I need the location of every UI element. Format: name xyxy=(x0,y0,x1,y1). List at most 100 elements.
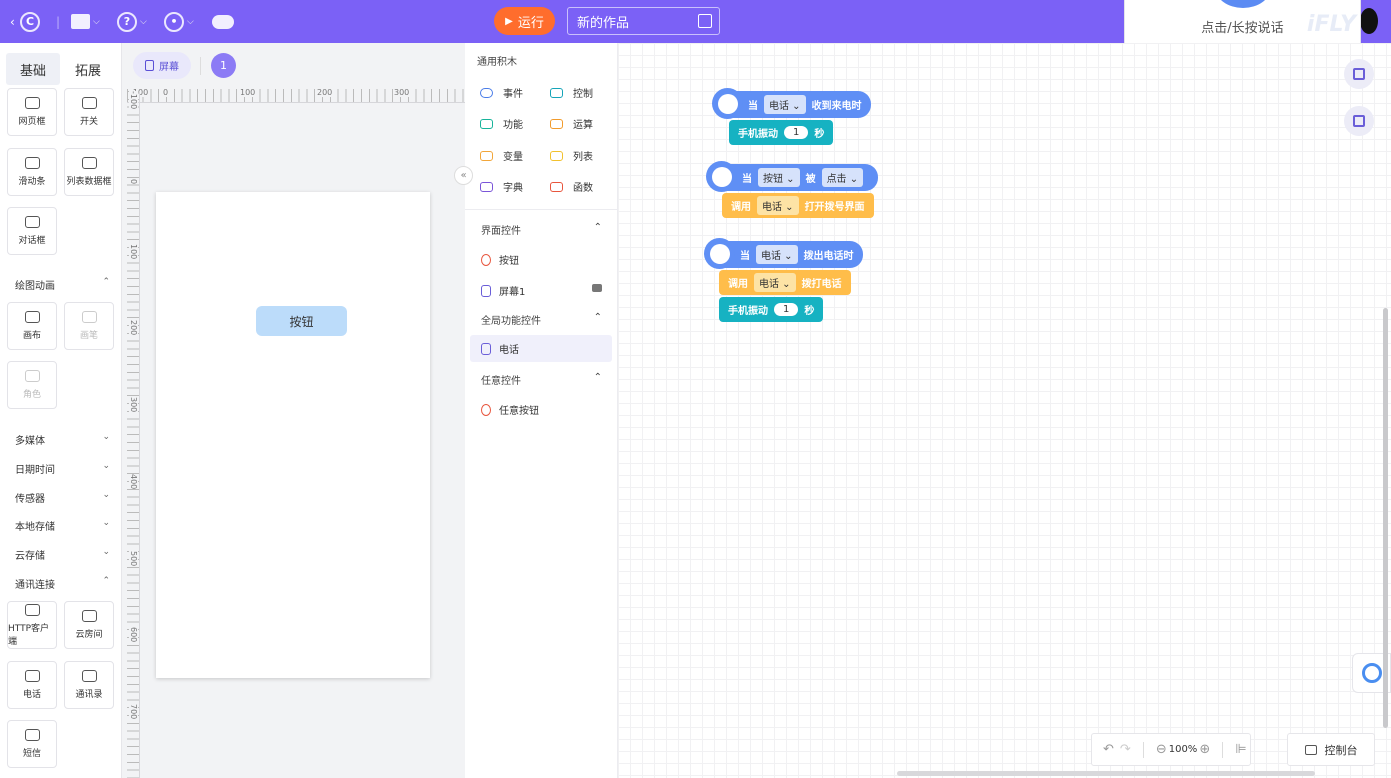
category-lists[interactable]: 列表 xyxy=(550,148,593,163)
screen-count-badge[interactable]: 1 xyxy=(211,53,236,78)
category-control[interactable]: 控制 xyxy=(550,85,593,100)
event-icon xyxy=(480,87,493,98)
component-contacts[interactable]: 通讯录 xyxy=(64,661,114,709)
component-cloud-room[interactable]: 云房间 xyxy=(64,601,114,649)
component-dropdown[interactable]: 按钮 ⌄ xyxy=(758,168,800,187)
component-dropdown[interactable]: 电话 ⌄ xyxy=(756,245,798,264)
screen-selector-button[interactable]: 屏幕 xyxy=(133,52,191,79)
tab-basic[interactable]: 基础 xyxy=(6,53,60,85)
tab-extend[interactable]: 拓展 xyxy=(61,53,115,85)
section-global-controls[interactable]: 全局功能控件 ⌃ xyxy=(481,312,602,327)
category-functions[interactable]: 功能 xyxy=(480,116,523,131)
run-button[interactable]: ▶ 运行 xyxy=(494,7,555,35)
listview-icon xyxy=(81,157,97,169)
section-communication[interactable]: 通讯连接 ⌃ xyxy=(15,576,110,591)
category-procedures[interactable]: 函数 xyxy=(550,179,593,194)
chevron-up-icon: ⌃ xyxy=(593,222,602,233)
divider xyxy=(1142,741,1144,758)
component-dialog[interactable]: 对话框 xyxy=(7,207,57,255)
event-block-outgoing-call[interactable]: 当 电话 ⌄ 拨出电话时 xyxy=(704,238,863,269)
call-block-make-call[interactable]: 调用 电话 ⌄ 拨打电话 xyxy=(719,270,851,295)
call-block-open-dialer[interactable]: 调用 电话 ⌄ 打开拨号界面 xyxy=(722,193,874,218)
list-icon xyxy=(550,150,563,161)
ruler-label: 400 xyxy=(129,474,138,490)
category-variables[interactable]: 变量 xyxy=(480,148,523,163)
chevron-up-icon: ⌃ xyxy=(102,576,110,586)
target-dropdown[interactable]: 电话 ⌄ xyxy=(754,273,796,292)
undo-icon[interactable]: ↶ xyxy=(1103,742,1114,757)
component-dropdown[interactable]: 电话 ⌄ xyxy=(764,95,806,114)
settings-menu[interactable]: • ⌵ xyxy=(164,0,194,43)
category-dictionary[interactable]: 字典 xyxy=(480,179,523,194)
vibrate-block[interactable]: 手机振动 1 秒 xyxy=(719,297,824,322)
chevron-up-icon: ⌃ xyxy=(593,312,602,323)
collapse-panel-icon[interactable]: « xyxy=(454,166,473,185)
avatar[interactable] xyxy=(1360,8,1378,34)
component-http-client[interactable]: HTTP客户端 xyxy=(7,601,57,649)
preview-button[interactable]: 按钮 xyxy=(256,306,347,336)
palette-item-phone[interactable]: 电话 xyxy=(470,335,612,362)
component-sms[interactable]: 短信 xyxy=(7,720,57,768)
section-cloud-storage[interactable]: 云存储 ⌄ xyxy=(15,547,110,562)
backpack-icon[interactable] xyxy=(1344,106,1374,136)
palette-item-button[interactable]: 按钮 xyxy=(481,252,519,267)
microphone-button[interactable] xyxy=(1215,0,1271,8)
cloud-icon[interactable] xyxy=(212,0,234,43)
component-phone[interactable]: 电话 xyxy=(7,661,57,709)
duration-input[interactable]: 1 xyxy=(784,126,809,139)
vibrate-block[interactable]: 手机振动 1 秒 xyxy=(729,120,834,145)
zoom-in-icon[interactable]: ⊕ xyxy=(1199,742,1210,757)
section-local-storage[interactable]: 本地存储 ⌄ xyxy=(15,518,110,533)
help-menu[interactable]: ? ⌵ xyxy=(117,0,147,43)
align-icon[interactable]: ⊫ xyxy=(1235,742,1246,757)
phone-icon xyxy=(712,88,743,119)
section-draw[interactable]: 绘图动画 ⌃ xyxy=(15,277,110,292)
component-switch[interactable]: 开关 xyxy=(64,88,114,136)
project-title-input[interactable]: 新的作品 xyxy=(567,7,720,35)
blocks-workspace[interactable]: 当 电话 ⌄ 收到来电时 手机振动 1 秒 当 按钮 ⌄ 被 点击 ⌄ 调用 电… xyxy=(618,43,1391,778)
category-events[interactable]: 事件 xyxy=(480,85,523,100)
event-block-incoming-call[interactable]: 当 电话 ⌄ 收到来电时 xyxy=(712,88,871,119)
touch-icon xyxy=(481,403,491,416)
component-slider[interactable]: 滑动条 xyxy=(7,148,57,196)
section-any-controls[interactable]: 任意控件 ⌃ xyxy=(481,372,602,387)
duration-input[interactable]: 1 xyxy=(774,303,799,316)
vertical-scrollbar[interactable] xyxy=(1383,308,1388,728)
target-dropdown[interactable]: 电话 ⌄ xyxy=(757,196,799,215)
palette-item-screen[interactable]: 屏幕1 xyxy=(481,283,602,298)
horizontal-scrollbar[interactable] xyxy=(897,771,1315,776)
section-ui-controls[interactable]: 界面控件 ⌃ xyxy=(481,222,602,237)
chart-icon[interactable] xyxy=(1344,59,1374,89)
voice-input-panel[interactable]: iFLY 点击/长按说话 xyxy=(1124,0,1361,45)
redo-icon[interactable]: ↷ xyxy=(1120,742,1131,757)
console-button[interactable]: 控制台 xyxy=(1287,733,1375,766)
zoom-out-icon[interactable]: ⊖ xyxy=(1156,742,1167,757)
folder-menu[interactable]: ⌵ xyxy=(71,0,100,43)
component-webview[interactable]: 网页框 xyxy=(7,88,57,136)
dialog-icon xyxy=(24,216,40,228)
event-block-button-click[interactable]: 当 按钮 ⌄ 被 点击 ⌄ xyxy=(706,161,879,192)
edit-icon[interactable] xyxy=(698,14,712,28)
voice-hint: 点击/长按说话 xyxy=(1201,21,1284,36)
logo-icon[interactable]: C xyxy=(20,0,40,43)
component-canvas[interactable]: 画布 xyxy=(7,302,57,350)
section-media[interactable]: 多媒体 ⌄ xyxy=(15,432,110,447)
category-operators[interactable]: 运算 xyxy=(550,116,593,131)
action-dropdown[interactable]: 点击 ⌄ xyxy=(821,168,864,187)
ruler-label: 700 xyxy=(129,704,138,720)
touch-icon xyxy=(706,161,737,192)
palette-general-title: 通用积木 xyxy=(477,57,517,68)
component-sprite: 角色 xyxy=(7,361,57,409)
palette-item-any-button[interactable]: 任意按钮 xyxy=(481,402,539,417)
divider xyxy=(465,209,618,210)
section-datetime[interactable]: 日期时间 ⌄ xyxy=(15,461,110,476)
operator-icon xyxy=(550,118,563,129)
back-icon[interactable]: ‹ xyxy=(10,0,15,43)
variable-icon xyxy=(480,150,493,161)
ruler-label: 600 xyxy=(129,627,138,643)
phone-screen-canvas[interactable]: 按钮 xyxy=(156,192,430,678)
section-sensor[interactable]: 传感器 ⌄ xyxy=(15,490,110,505)
chevron-up-icon: ⌃ xyxy=(102,277,110,287)
component-listview[interactable]: 列表数据框 xyxy=(64,148,114,196)
sprite-icon xyxy=(24,370,40,382)
